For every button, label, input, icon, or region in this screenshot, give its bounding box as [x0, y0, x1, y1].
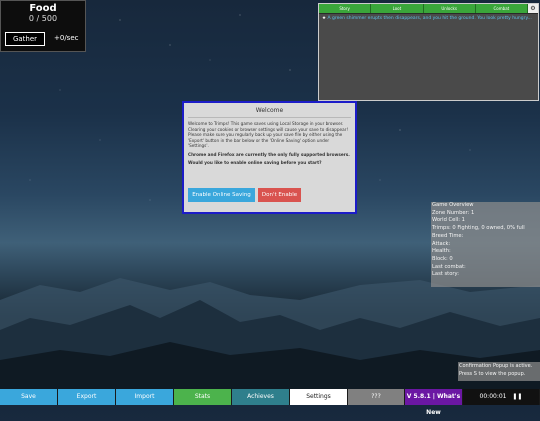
confirmation-line-2: Press S to view the popup.	[459, 370, 526, 377]
popup-divider	[188, 117, 351, 118]
achieves-button[interactable]: Achieves	[232, 389, 290, 405]
popup-title: Welcome	[255, 107, 284, 114]
food-rate: +0/sec	[54, 34, 79, 42]
version-button[interactable]: V 5.8.1 | What's New	[405, 389, 463, 416]
popup-paragraph-storage: Welcome to Trimps! This game saves using…	[188, 121, 349, 148]
log-tab-loot[interactable]: Loot	[371, 4, 424, 13]
gather-button[interactable]: Gather	[5, 32, 45, 46]
game-timer: 00:00:01 ❚❚	[463, 389, 540, 405]
dont-enable-button[interactable]: Don't Enable	[258, 188, 301, 202]
overview-health: Health:	[432, 248, 451, 255]
log-message: ★ A green shimmer erupts then disappears…	[319, 14, 538, 23]
bottom-bar: Save Export Import Stats Achieves Settin…	[0, 389, 540, 416]
overview-trimps: Trimps: 0 Fighting, 0 owned, 0% full	[432, 225, 525, 232]
overview-title: Game Overview	[432, 202, 474, 208]
popup-buttons: Enable Online Saving Don't Enable	[188, 188, 301, 202]
log-message-text: A green shimmer erupts then disappears, …	[327, 16, 532, 21]
food-title: Food	[29, 3, 57, 14]
overview-zone: Zone Number: 1	[432, 209, 475, 216]
save-button[interactable]: Save	[0, 389, 58, 405]
food-amount: 0 / 500	[28, 14, 58, 23]
log-tabs: Story Loot Unlocks Combat ⚙	[319, 4, 538, 14]
log-tab-story[interactable]: Story	[319, 4, 372, 13]
enable-online-saving-button[interactable]: Enable Online Saving	[188, 188, 255, 202]
log-tab-unlocks[interactable]: Unlocks	[423, 4, 476, 13]
pause-icon[interactable]: ❚❚	[512, 393, 522, 400]
gear-icon[interactable]: ⚙	[528, 4, 538, 13]
popup-paragraph-question: Would you like to enable online saving b…	[188, 160, 322, 165]
stats-button[interactable]: Stats	[174, 389, 232, 405]
overview-cell: World Cell: 1	[432, 217, 465, 224]
overview-attack: Attack:	[432, 240, 451, 247]
welcome-popup: Welcome Welcome to Trimps! This game sav…	[182, 101, 357, 214]
popup-paragraph-browsers: Chrome and Firefox are currently the onl…	[188, 151, 350, 157]
confirmation-notice: Confirmation Popup is active. Press S to…	[458, 362, 540, 381]
food-resource-panel: Food 0 / 500 Gather +0/sec	[0, 0, 86, 52]
log-panel: Story Loot Unlocks Combat ⚙ ★ A green sh…	[318, 3, 539, 101]
timer-text: 00:00:01	[479, 393, 507, 400]
overview-last-combat: Last combat:	[432, 263, 466, 270]
export-button[interactable]: Export	[58, 389, 116, 405]
game-overview-panel: Game Overview Zone Number: 1 World Cell:…	[431, 202, 540, 287]
overview-block: Block: 0	[432, 255, 453, 262]
settings-button[interactable]: Settings	[290, 389, 348, 405]
overview-last-story: Last story:	[432, 271, 459, 278]
import-button[interactable]: Import	[116, 389, 174, 405]
log-tab-combat[interactable]: Combat	[475, 4, 528, 13]
story-icon: ★	[322, 16, 327, 21]
overview-breed: Breed Time:	[432, 232, 464, 239]
confirmation-line-1: Confirmation Popup is active.	[459, 363, 533, 369]
unknown-button[interactable]: ???	[348, 389, 405, 405]
